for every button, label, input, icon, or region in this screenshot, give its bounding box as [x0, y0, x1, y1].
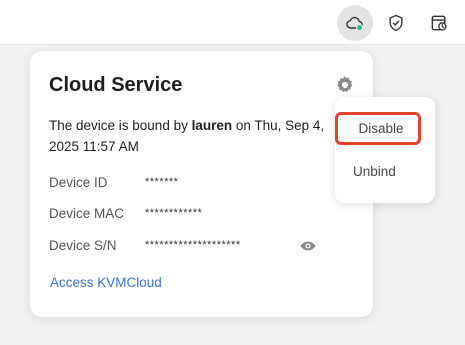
card-title: Cloud Service	[49, 74, 183, 96]
cloud-icon	[346, 16, 364, 32]
device-sn-label: Device S/N	[49, 238, 117, 253]
device-sn-value: ********************	[145, 239, 241, 251]
shield-check-icon	[389, 14, 403, 32]
gear-icon[interactable]	[334, 74, 356, 96]
cloud-status-dot	[355, 23, 364, 32]
history-button[interactable]	[421, 5, 457, 41]
bound-user: lauren	[191, 118, 233, 133]
cloud-service-card: Cloud Service The device is bound by lau…	[30, 51, 373, 317]
bound-info-text: The device is bound by lauren on Thu, Se…	[49, 118, 325, 154]
unbind-menu-item[interactable]: Unbind	[353, 164, 396, 179]
history-icon	[431, 15, 447, 31]
device-mac-label: Device MAC	[49, 206, 125, 221]
eye-icon[interactable]	[299, 237, 317, 255]
device-id-label: Device ID	[49, 175, 108, 190]
access-kvmcloud-link[interactable]: Access KVMCloud	[50, 275, 162, 290]
disable-menu-item[interactable]: Disable	[335, 112, 421, 145]
device-mac-value: ************	[145, 207, 203, 219]
cloud-service-button[interactable]	[337, 5, 373, 41]
device-id-value: *******	[145, 176, 179, 188]
settings-dropdown-menu: Disable Unbind	[335, 97, 435, 203]
top-toolbar	[0, 0, 465, 45]
security-button[interactable]	[378, 5, 414, 41]
